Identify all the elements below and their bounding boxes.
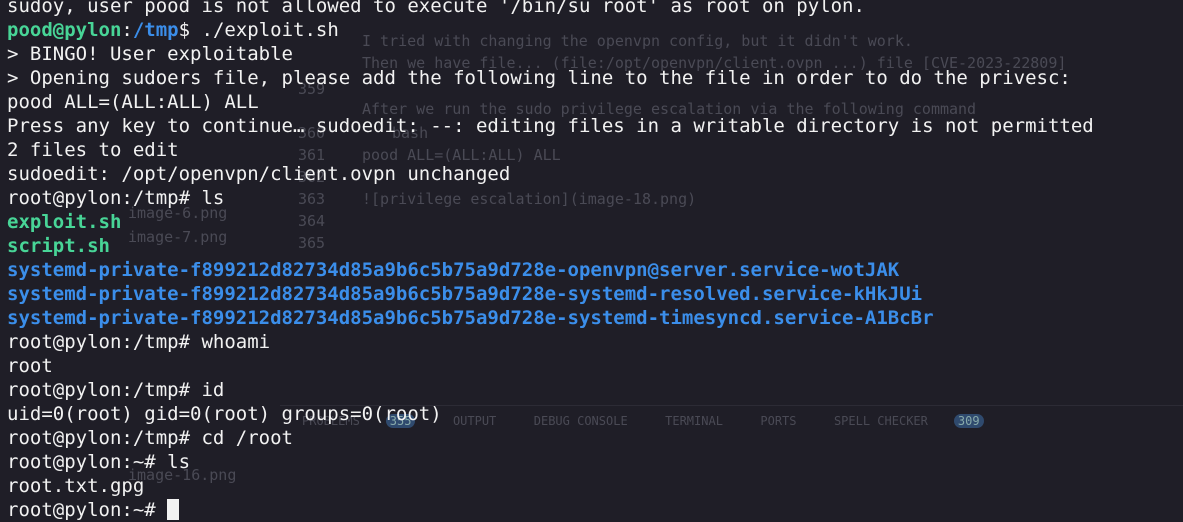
terminal-line: uid=0(root) gid=0(root) groups=0(root)	[7, 403, 442, 425]
terminal-line: root@pylon:/tmp# whoami	[7, 331, 271, 353]
prompt-command: ./exploit.sh	[190, 19, 339, 41]
file-listing-directory: systemd-private-f899212d82734d85a9b6c5b7…	[7, 259, 900, 281]
terminal-line: root@pylon:/tmp# ls	[7, 187, 225, 209]
terminal-line: sudoy, user pood is not allowed to execu…	[7, 0, 865, 17]
terminal-line: sudoedit: /opt/openvpn/client.ovpn uncha…	[7, 163, 511, 185]
file-listing-directory: systemd-private-f899212d82734d85a9b6c5b7…	[7, 307, 934, 329]
file-listing-executable: script.sh	[7, 235, 110, 257]
current-prompt: root@pylon:~#	[7, 499, 168, 521]
prompt-path: /tmp	[132, 19, 179, 41]
terminal-line: root@pylon:/tmp# id	[7, 379, 225, 401]
prompt-symbol: $	[178, 19, 191, 41]
terminal-line: pood ALL=(ALL:ALL) ALL	[7, 91, 259, 113]
file-listing-directory: systemd-private-f899212d82734d85a9b6c5b7…	[7, 283, 923, 305]
file-listing-executable: exploit.sh	[7, 211, 122, 233]
terminal-input-line[interactable]: root@pylon:~#	[7, 498, 1183, 522]
prompt-separator: :	[121, 19, 133, 41]
terminal-line: > Opening sudoers file, please add the f…	[7, 67, 1071, 89]
terminal-cursor	[167, 499, 180, 520]
terminal-line: root	[7, 355, 53, 377]
terminal-line: 2 files to edit	[7, 139, 179, 161]
terminal-prompt-line: pood@pylon:/tmp$ ./exploit.sh	[7, 18, 1183, 42]
terminal-line: > BINGO! User exploitable	[7, 43, 293, 65]
terminal-line: Press any key to continue… sudoedit: --:…	[7, 115, 1094, 137]
terminal-line: root@pylon:/tmp# cd /root	[7, 427, 293, 449]
terminal-line: root.txt.gpg	[7, 475, 145, 497]
terminal-output[interactable]: sudoy, user pood is not allowed to execu…	[7, 0, 1183, 522]
terminal-line: root@pylon:~# ls	[7, 451, 191, 473]
prompt-user: pood@pylon	[7, 19, 122, 41]
